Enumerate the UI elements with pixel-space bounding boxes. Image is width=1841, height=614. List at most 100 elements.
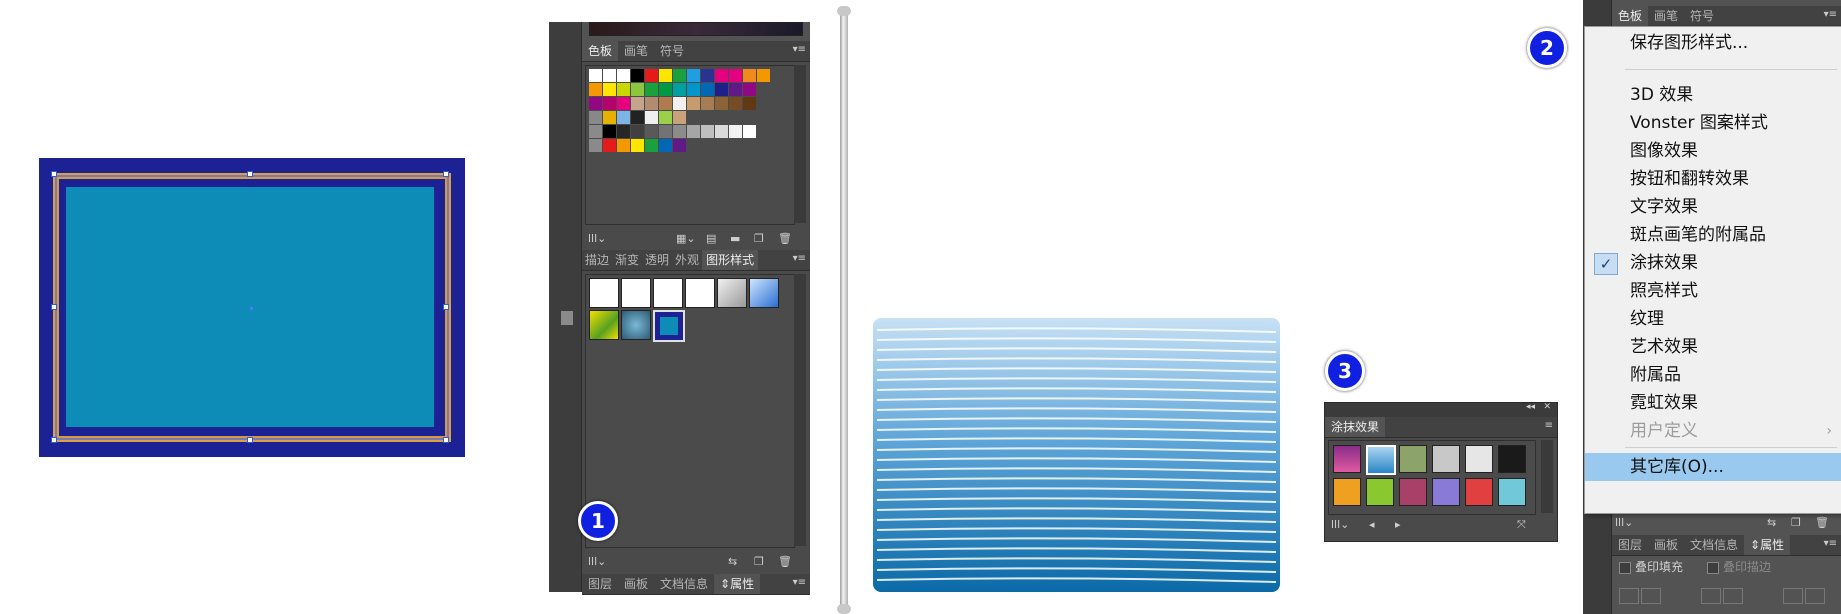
overprint-fill-option[interactable]: 叠印填充 <box>1619 558 1683 575</box>
scribble-style-5[interactable] <box>1465 445 1493 473</box>
new-swatch-icon[interactable]: ❐ <box>754 229 764 249</box>
next-icon[interactable]: ▸ <box>1395 515 1401 535</box>
swatch[interactable] <box>589 125 602 138</box>
swatch[interactable] <box>659 125 672 138</box>
swatch[interactable] <box>729 125 742 138</box>
style-blue-frame-selected[interactable] <box>653 310 685 342</box>
swatch[interactable] <box>603 125 616 138</box>
menu-item[interactable]: 保存图形样式... <box>1585 29 1841 57</box>
swatch[interactable] <box>729 97 742 110</box>
swatch-options-icon[interactable]: ▤ <box>706 229 716 249</box>
style-default[interactable] <box>589 278 619 308</box>
swatch[interactable] <box>645 111 658 124</box>
panel-menu-icon[interactable]: ▾≡ <box>793 577 806 588</box>
swatch[interactable] <box>603 69 616 82</box>
style-outline[interactable] <box>685 278 715 308</box>
swatch[interactable] <box>631 139 644 152</box>
artboard-selected-rectangle[interactable] <box>39 158 465 457</box>
tab-artboards[interactable]: 画板 <box>1648 535 1684 555</box>
tab-document-info[interactable]: 文档信息 <box>654 574 714 594</box>
swatch[interactable] <box>673 83 686 96</box>
scribble-style-12[interactable] <box>1498 478 1526 506</box>
panel-menu-icon[interactable]: ▾≡ <box>1824 9 1837 20</box>
swatch[interactable] <box>631 125 644 138</box>
trash-icon[interactable]: 🗑 <box>778 229 792 249</box>
swatch[interactable] <box>659 69 672 82</box>
swatch[interactable] <box>757 69 770 82</box>
trash-icon[interactable]: 🗑 <box>778 552 792 572</box>
swatch[interactable] <box>603 97 616 110</box>
panel3-scrollbar[interactable] <box>1541 440 1553 513</box>
tab-swatches[interactable]: 色板 <box>582 41 619 61</box>
dock-scroll-thumb[interactable] <box>561 311 573 325</box>
style-shadow[interactable] <box>717 278 747 308</box>
library-icon[interactable]: lll⌄ <box>1331 515 1349 535</box>
swatch-scrollbar[interactable] <box>794 65 806 223</box>
selection-handle[interactable] <box>443 171 449 177</box>
arrange-button[interactable] <box>1805 588 1825 604</box>
swatch[interactable] <box>687 97 700 110</box>
swatch[interactable] <box>617 111 630 124</box>
break-link-icon[interactable]: ⇆ <box>728 552 737 572</box>
swatch[interactable] <box>743 97 756 110</box>
load-icon[interactable]: ⤧ <box>1517 515 1526 535</box>
swatch[interactable] <box>673 97 686 110</box>
new-style-icon[interactable]: ❐ <box>754 552 764 572</box>
tab-gradient[interactable]: 渐变 <box>612 250 642 270</box>
tab-symbols[interactable]: 符号 <box>1684 6 1720 26</box>
tab-graphic-styles[interactable]: 图形样式 <box>702 250 759 270</box>
swatch[interactable] <box>589 139 602 152</box>
close-icon[interactable]: ✕ <box>1543 402 1551 412</box>
scribble-style-11[interactable] <box>1465 478 1493 506</box>
swatch[interactable] <box>659 111 672 124</box>
scribble-style-10[interactable] <box>1432 478 1460 506</box>
library-icon[interactable]: lll⌄ <box>588 552 606 572</box>
scribble-style-6[interactable] <box>1498 445 1526 473</box>
library-icon[interactable]: lll⌄ <box>1615 513 1633 533</box>
swatch[interactable] <box>673 111 686 124</box>
tab-artboards[interactable]: 画板 <box>618 574 654 594</box>
swatch[interactable] <box>631 83 644 96</box>
swatch[interactable] <box>603 111 616 124</box>
scribble-style-9[interactable] <box>1399 478 1427 506</box>
menu-item[interactable]: 附属品 <box>1585 361 1841 389</box>
folder-icon[interactable]: ▬ <box>730 229 740 249</box>
swatch[interactable] <box>617 125 630 138</box>
scribble-style-4[interactable] <box>1432 445 1460 473</box>
swatch[interactable] <box>617 83 630 96</box>
menu-item[interactable]: 按钮和翻转效果 <box>1585 165 1841 193</box>
arrange-button[interactable] <box>1783 588 1803 604</box>
overprint-fill-checkbox[interactable] <box>1619 561 1631 574</box>
swatch[interactable] <box>743 83 756 96</box>
swatch[interactable] <box>645 97 658 110</box>
tab-brushes[interactable]: 画笔 <box>618 41 654 61</box>
menu-item[interactable]: 艺术效果 <box>1585 333 1841 361</box>
swatch[interactable] <box>701 97 714 110</box>
swatch[interactable] <box>673 125 686 138</box>
scribble-style-3[interactable] <box>1399 445 1427 473</box>
new-style-icon[interactable]: ❐ <box>1791 513 1801 533</box>
swatch[interactable] <box>631 111 644 124</box>
swatch[interactable] <box>659 97 672 110</box>
menu-item[interactable]: ✓ 涂抹效果 <box>1585 249 1841 277</box>
swatch[interactable] <box>673 69 686 82</box>
overprint-stroke-option[interactable]: 叠印描边 <box>1707 558 1771 575</box>
menu-item[interactable]: 3D 效果 <box>1585 81 1841 109</box>
tab-document-info[interactable]: 文档信息 <box>1684 535 1744 555</box>
style-teal-swirl[interactable] <box>621 310 651 340</box>
overprint-stroke-checkbox[interactable] <box>1707 561 1719 574</box>
swatch[interactable] <box>603 83 616 96</box>
panel-menu-icon[interactable]: ▾≡ <box>1824 538 1837 549</box>
tab-properties[interactable]: ⇕属性 <box>714 574 761 594</box>
panel-menu-icon[interactable]: ▾≡ <box>793 44 806 55</box>
style-no-fill[interactable] <box>621 278 651 308</box>
selection-handle[interactable] <box>51 171 57 177</box>
tab-transparency[interactable]: 透明 <box>642 250 672 270</box>
selection-handle[interactable] <box>51 304 57 310</box>
menu-item[interactable]: 文字效果 <box>1585 193 1841 221</box>
swatch[interactable] <box>589 97 602 110</box>
swatch[interactable] <box>617 69 630 82</box>
align-button[interactable] <box>1641 588 1661 604</box>
style-white[interactable] <box>653 278 683 308</box>
tab-stroke[interactable]: 描边 <box>582 250 612 270</box>
